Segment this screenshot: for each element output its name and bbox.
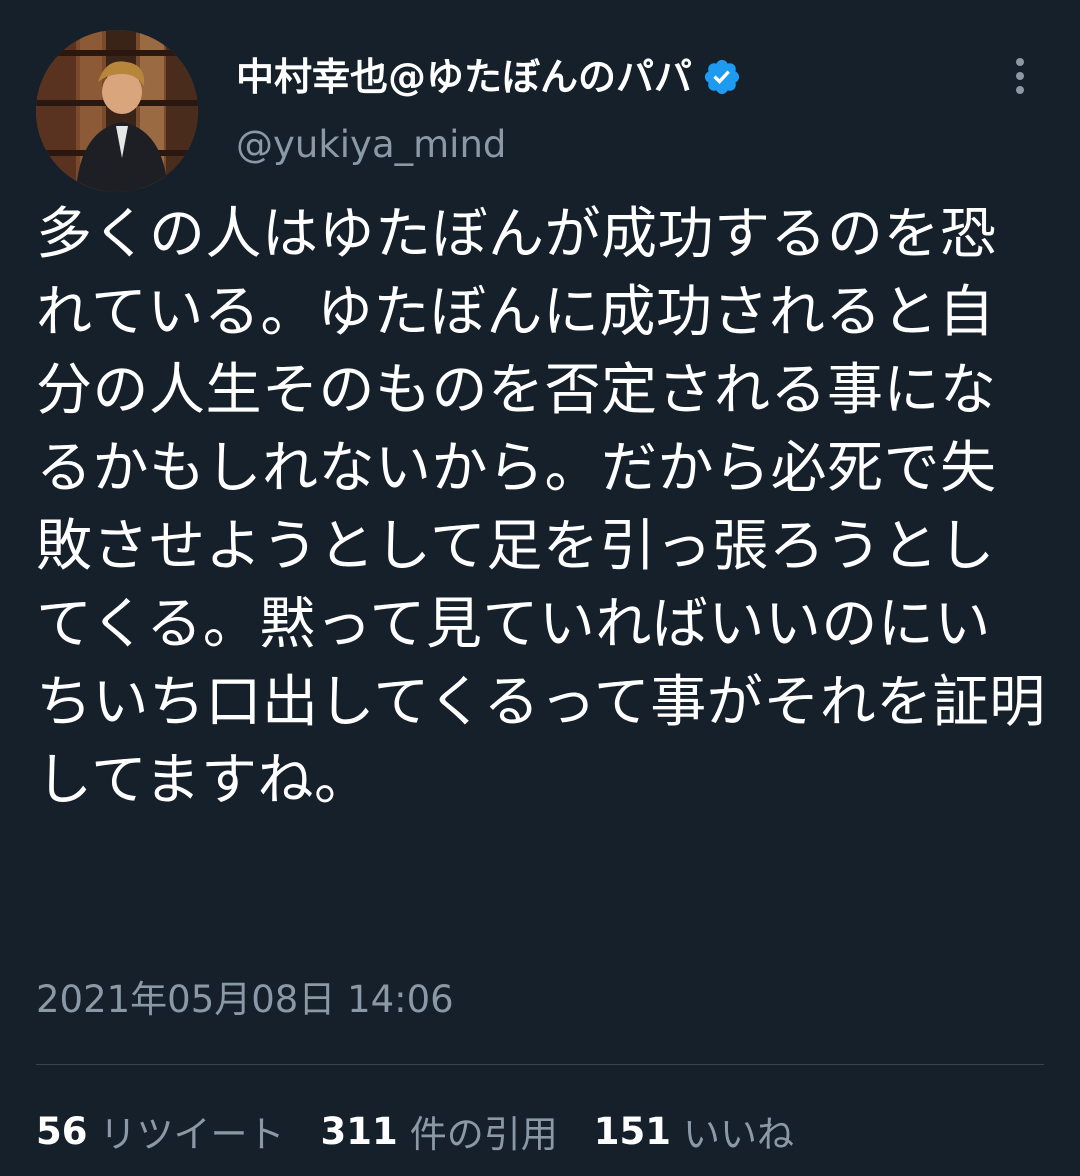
quotes-count: 311 bbox=[320, 1109, 398, 1153]
tweet-text: 多くの人はゆたぼんが成功するのを恐れている。ゆたぼんに成功されると自分の人生その… bbox=[36, 202, 1046, 813]
retweets-stat[interactable]: 56 リツイート bbox=[36, 1104, 285, 1158]
quotes-label: 件の引用 bbox=[409, 1113, 558, 1156]
likes-stat[interactable]: 151 いいね bbox=[594, 1104, 794, 1158]
likes-count: 151 bbox=[593, 1109, 671, 1153]
retweets-count: 56 bbox=[36, 1109, 88, 1153]
display-name[interactable]: 中村幸也@ゆたぼんのパパ bbox=[236, 54, 742, 100]
quotes-stat[interactable]: 311 件の引用 bbox=[321, 1104, 558, 1158]
likes-label: いいね bbox=[682, 1113, 794, 1156]
verified-badge-icon bbox=[704, 59, 740, 95]
tweet-timestamp[interactable]: 2021年05月08日 14:06 bbox=[36, 976, 454, 1024]
display-name-text: 中村幸也@ゆたぼんのパパ bbox=[236, 55, 693, 99]
avatar[interactable] bbox=[36, 30, 198, 192]
user-handle[interactable]: @yukiya_mind bbox=[236, 122, 506, 168]
more-options-button[interactable] bbox=[1000, 52, 1040, 100]
divider bbox=[36, 1064, 1044, 1065]
tweet-detail: 中村幸也@ゆたぼんのパパ @yukiya_mind 多くの人はゆたぼんが成功する… bbox=[0, 0, 1080, 1176]
avatar-image bbox=[36, 30, 198, 192]
retweets-label: リツイート bbox=[99, 1113, 285, 1156]
tweet-stats: 56 リツイート 311 件の引用 151 いいね bbox=[36, 1104, 794, 1158]
more-vertical-icon bbox=[1016, 58, 1024, 94]
